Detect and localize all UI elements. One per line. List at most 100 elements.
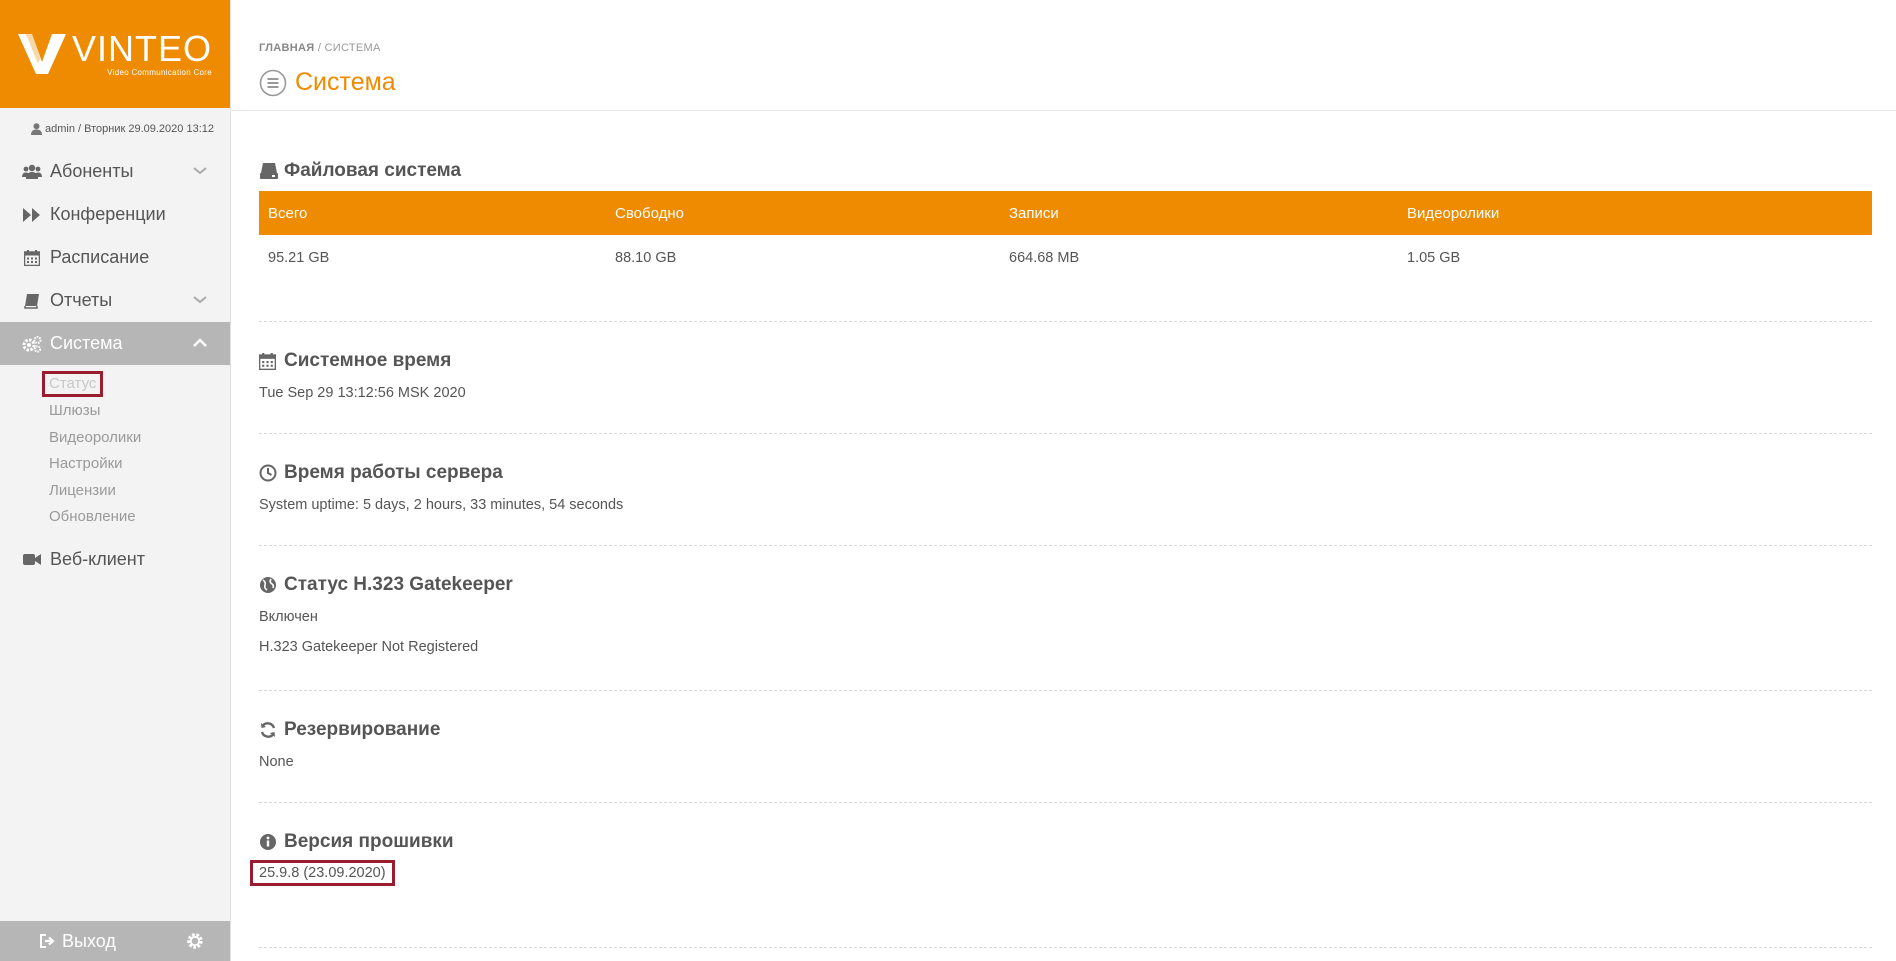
- column-header-videos: Видеоролики: [1398, 191, 1872, 235]
- section-title: Версия прошивки: [259, 831, 1872, 853]
- nav-label: Конференции: [50, 204, 166, 224]
- uptime-value: System uptime: 5 days, 2 hours, 33 minut…: [259, 497, 624, 513]
- nav-label: Система: [50, 333, 123, 353]
- cell-videos: 1.05 GB: [1407, 249, 1461, 266]
- firmware-value-wrap: 25.9.8 (23.09.2020): [250, 860, 1872, 886]
- chevron-up-icon[interactable]: [192, 335, 208, 351]
- submenu-label: Видеоролики: [49, 428, 142, 446]
- submenu-item-licenses[interactable]: Лицензии: [0, 477, 230, 504]
- hdd-icon: [259, 161, 279, 181]
- section-title-text: Файловая система: [284, 160, 462, 181]
- sidebar: VINTEO Video Communication Core admin / …: [0, 0, 231, 961]
- section-title: Файловая система: [259, 160, 1872, 182]
- sidebar-footer: Выход: [0, 921, 230, 961]
- section-system-time: Системное время Tue Sep 29 13:12:56 MSK …: [259, 350, 1872, 401]
- section-gatekeeper: Статус H.323 Gatekeeper Включен H.323 Ga…: [259, 574, 1872, 655]
- filesystem-table: Всего Свободно Записи Видеоролики 95.21 …: [259, 191, 1872, 280]
- nav-item-web-client[interactable]: Веб-клиент: [0, 538, 230, 581]
- nav-item-schedule[interactable]: Расписание: [0, 236, 230, 279]
- nav-label: Веб-клиент: [50, 549, 145, 569]
- section-title: Системное время: [259, 350, 1872, 372]
- section-filesystem: Файловая система Всего Свободно Записи В…: [259, 160, 1872, 280]
- table-row: 95.21 GB 88.10 GB 664.68 MB 1.05 GB: [259, 235, 1872, 280]
- logout-button[interactable]: Выход: [40, 931, 116, 952]
- breadcrumb-separator: /: [317, 42, 322, 54]
- nav-item-system[interactable]: Система: [0, 322, 230, 365]
- submenu-label-highlighted: Статус: [42, 371, 104, 398]
- divider: [259, 321, 1872, 322]
- gatekeeper-state: Включен: [259, 609, 318, 625]
- nav-item-reports[interactable]: Отчеты: [0, 279, 230, 322]
- user-line: admin / Вторник 29.09.2020 13:12: [45, 123, 214, 135]
- submenu-item-status[interactable]: Статус: [0, 371, 230, 398]
- breadcrumb-home[interactable]: ГЛАВНАЯ: [259, 42, 314, 54]
- section-firmware: Версия прошивки 25.9.8 (23.09.2020): [250, 831, 1872, 886]
- calendar-icon: [22, 249, 42, 267]
- section-title: Резервирование: [259, 719, 1872, 741]
- book-icon: [22, 292, 42, 310]
- system-time-value: Tue Sep 29 13:12:56 MSK 2020: [259, 385, 466, 401]
- clock-icon: [259, 463, 279, 483]
- column-header-free: Свободно: [606, 191, 1000, 235]
- firmware-version-highlighted: 25.9.8 (23.09.2020): [250, 860, 395, 886]
- submenu-label: Шлюзы: [49, 402, 101, 420]
- nav-item-subscribers[interactable]: Абоненты: [0, 150, 230, 193]
- user-icon: [31, 123, 43, 135]
- logo[interactable]: VINTEO Video Communication Core: [0, 0, 230, 108]
- nav-label: Расписание: [50, 247, 150, 267]
- section-title: Статус H.323 Gatekeeper: [259, 574, 1872, 596]
- divider: [259, 690, 1872, 691]
- calendar-icon: [259, 351, 279, 371]
- page-title-text: Система: [295, 68, 396, 96]
- redundancy-value: None: [259, 754, 294, 770]
- section-title-text: Системное время: [284, 350, 452, 371]
- submenu-item-gateways[interactable]: Шлюзы: [0, 398, 230, 425]
- section-uptime: Время работы сервера System uptime: 5 da…: [259, 462, 1872, 513]
- page-header: [230, 0, 1896, 111]
- submenu-label: Обновление: [49, 508, 136, 526]
- submenu-label: Лицензии: [49, 481, 116, 499]
- chevron-down-icon[interactable]: [192, 292, 208, 308]
- list-circle-icon: [259, 69, 287, 96]
- gatekeeper-status: H.323 Gatekeeper Not Registered: [259, 639, 479, 655]
- breadcrumb: ГЛАВНАЯ / СИСТЕМА: [259, 42, 381, 54]
- system-submenu: Статус Шлюзы Видеоролики Настройки Лицен…: [0, 365, 230, 538]
- forward-icon: [22, 206, 42, 224]
- submenu-item-settings[interactable]: Настройки: [0, 451, 230, 478]
- refresh-icon: [259, 720, 279, 740]
- cogs-icon: [22, 335, 42, 353]
- info-circle-icon: [259, 832, 279, 852]
- divider: [259, 433, 1872, 434]
- vinteo-logo-mark-icon: [18, 34, 66, 74]
- nav-label: Отчеты: [50, 290, 113, 310]
- nav-item-conferences[interactable]: Конференции: [0, 193, 230, 236]
- section-title: Время работы сервера: [259, 462, 1872, 484]
- logo-name: VINTEO: [72, 28, 213, 69]
- cell-total: 95.21 GB: [268, 249, 330, 266]
- globe-icon: [259, 575, 279, 595]
- users-icon: [22, 163, 42, 181]
- section-title-text: Статус H.323 Gatekeeper: [284, 574, 513, 595]
- cell-records: 664.68 MB: [1009, 249, 1080, 266]
- divider: [259, 802, 1872, 803]
- video-camera-icon: [22, 551, 42, 569]
- page-title: Система: [259, 68, 396, 97]
- section-redundancy: Резервирование None: [259, 719, 1872, 770]
- gear-icon[interactable]: [186, 932, 204, 950]
- logo-subtitle: Video Communication Core: [107, 68, 213, 77]
- divider: [259, 947, 1872, 948]
- submenu-item-update[interactable]: Обновление: [0, 504, 230, 531]
- chevron-down-icon[interactable]: [192, 163, 208, 179]
- logout-label: Выход: [62, 930, 116, 951]
- nav-label: Абоненты: [50, 161, 134, 181]
- submenu-label: Настройки: [49, 455, 123, 473]
- section-title-text: Время работы сервера: [284, 462, 503, 483]
- section-title-text: Резервирование: [284, 719, 441, 740]
- submenu-item-videos[interactable]: Видеоролики: [0, 424, 230, 451]
- divider: [259, 545, 1872, 546]
- sign-out-icon: [40, 934, 55, 948]
- user-info: admin / Вторник 29.09.2020 13:12: [0, 108, 230, 150]
- section-title-text: Версия прошивки: [284, 831, 454, 852]
- breadcrumb-current: СИСТЕМА: [324, 42, 381, 54]
- cell-free: 88.10 GB: [615, 249, 677, 266]
